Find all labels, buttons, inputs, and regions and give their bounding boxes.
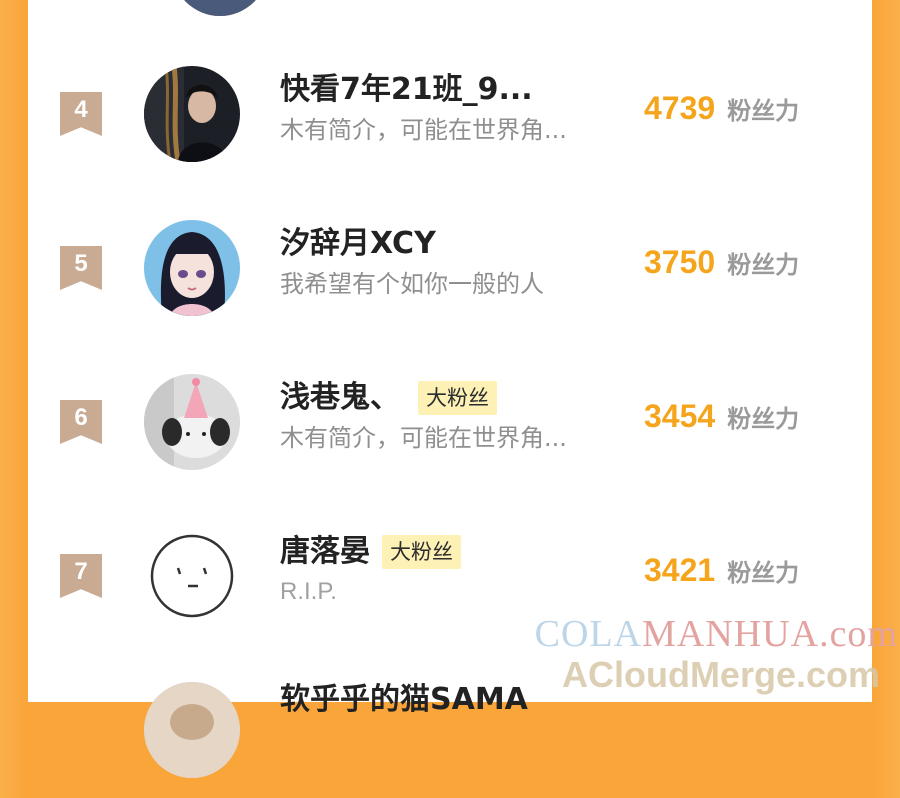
user-name[interactable]: 快看7年21班_9... [280,70,533,110]
score-unit: 粉丝力 [727,559,800,587]
watermark-part-b: MANHUA.com [642,613,898,655]
user-name[interactable]: 浅巷鬼、 大粉丝 [280,378,497,418]
fan-power-score: 3750 粉丝力 [644,244,799,284]
rank-badge: 4 [60,92,102,136]
fan-power-score: 3421 粉丝力 [644,552,799,592]
fan-power-score: 4739 粉丝力 [644,90,799,130]
rank-badge: 6 [60,400,102,444]
avatar[interactable] [144,528,240,624]
user-name[interactable]: 软乎乎的猫SAMA [280,680,528,720]
score-unit: 粉丝力 [727,251,800,279]
watermark-acloudmerge: ACloudMerge.com [561,654,880,695]
list-item-rank-4[interactable]: 4 快看7年21班_9... 木有简介，可能在世界角... 4739 粉丝力 [28,62,872,182]
user-name-text[interactable]: 软乎乎的猫SAMA [280,680,528,720]
avatar-previous-user[interactable] [172,0,268,16]
avatar[interactable] [144,66,240,162]
score-unit: 粉丝力 [727,97,800,125]
user-name-text[interactable]: 快看7年21班_9... [280,70,533,110]
user-name-text[interactable]: 汐辞月XCY [280,224,436,264]
user-name-text[interactable]: 唐落晏 [280,532,370,572]
score-value: 3421 [644,552,716,588]
user-name-text[interactable]: 浅巷鬼、 [280,378,400,418]
avatar[interactable] [144,374,240,470]
rank-badge: 5 [60,246,102,290]
score-value: 3750 [644,244,716,280]
score-value: 4739 [644,90,716,126]
score-unit: 粉丝力 [727,405,800,433]
user-bio: 我希望有个如你一般的人 [280,270,544,298]
list-item-rank-8[interactable]: 软乎乎的猫SAMA [28,678,872,798]
big-fan-badge: 大粉丝 [418,381,497,415]
watermark-colamanhua: COLAMANHUA.com [535,612,898,656]
rank-badge: 7 [60,554,102,598]
avatar[interactable] [144,682,240,778]
avatar[interactable] [144,220,240,316]
fan-power-score: 3454 粉丝力 [644,398,799,438]
fan-leaderboard-card: 4 快看7年21班_9... 木有简介，可能在世界角... 4739 粉丝力 5 [28,0,872,778]
list-item-rank-6[interactable]: 6 浅巷鬼、 大粉丝 木有简介，可能在世界角... 3454 粉丝力 [28,370,872,490]
user-name[interactable]: 唐落晏 大粉丝 [280,532,461,572]
big-fan-badge: 大粉丝 [382,535,461,569]
watermark-part-a: COLA [534,613,643,655]
score-value: 3454 [644,398,716,434]
user-name[interactable]: 汐辞月XCY [280,224,436,264]
list-item-rank-5[interactable]: 5 汐辞月XCY 我希望有个如你一般的人 3750 粉丝力 [28,216,872,336]
user-bio: 木有简介，可能在世界角... [280,116,567,144]
user-bio: R.I.P. [280,578,337,605]
user-bio: 木有简介，可能在世界角... [280,424,567,452]
